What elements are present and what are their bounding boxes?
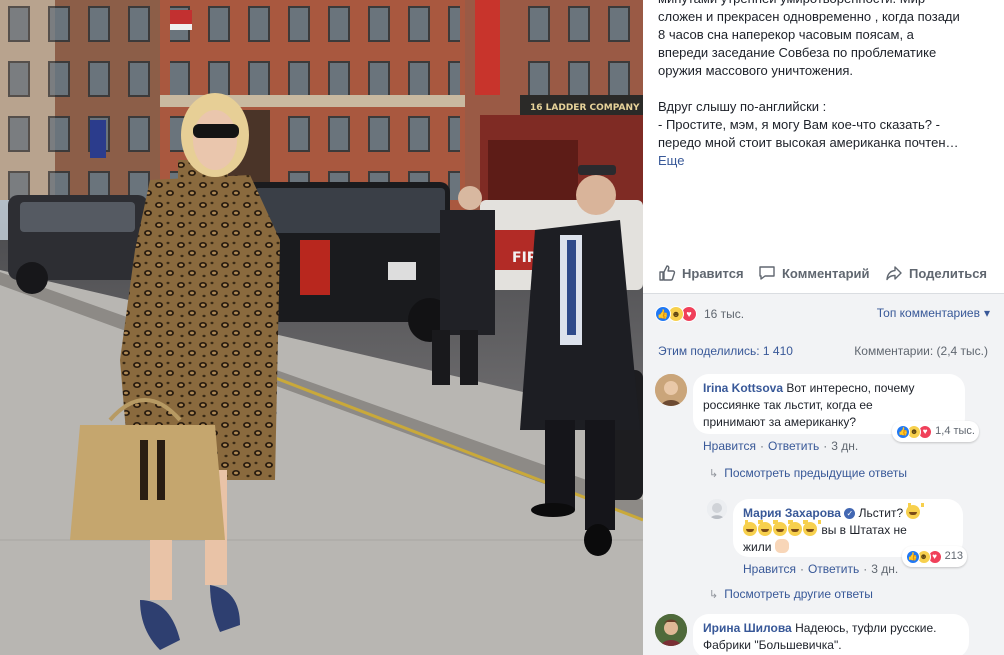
like-reaction-icon: 👍	[905, 549, 920, 564]
see-more-link[interactable]: Еще	[658, 152, 993, 170]
comment-label: Комментарий	[782, 265, 870, 281]
comment-text: россиянке так льстит, когда ее	[703, 398, 873, 412]
post-text-line: 8 часов сна наперекор часовым поясам, а	[658, 27, 914, 42]
share-button[interactable]: Поделиться	[885, 264, 987, 282]
like-button[interactable]: Нравится	[658, 264, 744, 282]
comment-sort-dropdown[interactable]: Топ комментариев ▾	[877, 306, 990, 320]
post-photo[interactable]: 16 LADDER COMPANY FIRE	[0, 0, 643, 655]
view-previous-replies-label: Посмотреть предыдущие ответы	[724, 466, 908, 480]
post-text-line: Вдруг слышу по-английски :	[658, 99, 827, 114]
comment-time[interactable]: 3 дн.	[831, 439, 858, 453]
reactions-count: 16 тыс.	[704, 307, 745, 321]
post-text-line: передо мной стоит высокая американка поч…	[658, 135, 959, 150]
like-label: Нравится	[682, 265, 744, 281]
comment-reactions[interactable]: 👍 ☻ ♥ 213	[901, 546, 967, 567]
post-text-line: минутами утренней умиротворенности. Мир	[658, 0, 993, 8]
comments-count-link[interactable]: Комментарии: (2,4 тыс.)	[854, 344, 988, 358]
crying-laughing-cat-icon	[758, 520, 776, 536]
thumbs-up-icon	[659, 265, 676, 281]
reply-item: Мария Захарова ✓ Льстит? вы в Штатах не …	[707, 499, 967, 567]
comment-reply-link[interactable]: Ответить	[768, 439, 819, 453]
comment-text: Льстит?	[858, 506, 904, 520]
comment-reaction-count: 213	[944, 550, 963, 562]
comment-text: Вот интересно, почему	[786, 381, 915, 395]
reactions-summary[interactable]: 👍 ☻ ♥ 16 тыс.	[655, 306, 744, 322]
post-text: минутами утренней умиротворенности. Мир …	[658, 0, 993, 170]
avatar[interactable]	[655, 614, 687, 646]
comment-meta: Нравится · Ответить · 3 дн.	[743, 562, 899, 576]
comment-author[interactable]: Irina Kottsova	[703, 381, 783, 395]
crying-laughing-cat-icon	[743, 520, 761, 536]
comment-reply-link[interactable]: Ответить	[808, 562, 859, 576]
comment-like-link[interactable]: Нравится	[743, 562, 796, 576]
post-text-line: впереди заседание Совбеза по проблематик…	[658, 45, 937, 60]
comment-meta: Нравится · Ответить · 3 дн.	[703, 439, 859, 453]
crying-laughing-cat-icon	[773, 520, 791, 536]
like-reaction-icon: 👍	[896, 424, 911, 439]
street-scene-image: 16 LADDER COMPANY FIRE	[0, 0, 643, 655]
view-previous-replies[interactable]: ↳ Посмотреть предыдущие ответы	[709, 466, 907, 480]
caret-down-icon: ▾	[983, 306, 990, 320]
crying-laughing-cat-icon	[906, 503, 925, 519]
shares-count-link[interactable]: Этим поделились: 1 410	[658, 344, 793, 358]
post-side-panel: минутами утренней умиротворенности. Мир …	[643, 0, 1004, 655]
comment-like-link[interactable]: Нравится	[703, 439, 756, 453]
avatar-image	[655, 374, 687, 406]
comment-author[interactable]: Мария Захарова	[743, 506, 841, 520]
comment-text: принимают за американку?	[703, 415, 857, 429]
reply-arrow-icon: ↳	[709, 588, 719, 601]
reaction-icons: 👍 ☻ ♥	[655, 306, 697, 322]
share-label: Поделиться	[909, 265, 988, 281]
crying-laughing-cat-icon	[788, 520, 806, 536]
comment-bubble: Мария Захарова ✓ Льстит? вы в Штатах не …	[733, 499, 967, 567]
comment-sort-label: Топ комментариев	[876, 306, 980, 320]
verified-badge-icon: ✓	[844, 508, 856, 520]
share-arrow-icon	[886, 266, 902, 281]
comment-text: Фабрики "Большевичка".	[703, 638, 842, 652]
reply-arrow-icon: ↳	[709, 467, 719, 480]
comment-text: Надеюсь, туфли русские.	[795, 621, 937, 635]
avatar-image	[707, 499, 727, 519]
comment-bubble: Ирина Шилова Надеюсь, туфли русские. Фаб…	[693, 614, 969, 655]
post-text-line: сложен и прекрасен одновременно , когда …	[658, 9, 960, 24]
comment-item: Irina Kottsova Вот интересно, почему рос…	[655, 374, 979, 442]
like-reaction-icon: 👍	[655, 306, 671, 322]
comment-text: вы в Штатах не	[821, 523, 907, 537]
comment-text: жили	[743, 540, 772, 554]
avatar-image	[655, 614, 687, 646]
post-actions-bar: Нравится Комментарий Поделиться	[643, 256, 1004, 290]
comment-time[interactable]: 3 дн.	[871, 562, 898, 576]
clapping-hands-icon	[774, 539, 789, 553]
avatar[interactable]	[655, 374, 687, 406]
comment-button[interactable]: Комментарий	[758, 264, 870, 282]
avatar[interactable]	[707, 499, 727, 519]
post-text-line: - Простите, мэм, я могу Вам кое-что сказ…	[658, 117, 940, 132]
view-other-replies-label: Посмотреть другие ответы	[724, 587, 873, 601]
post-text-line: оружия массового уничтожения.	[658, 63, 854, 78]
comment-item: Ирина Шилова Надеюсь, туфли русские. Фаб…	[655, 614, 969, 655]
comment-bubble-icon	[759, 266, 775, 280]
view-other-replies[interactable]: ↳ Посмотреть другие ответы	[709, 587, 873, 601]
comment-reactions[interactable]: 👍 ☻ ♥ 1,4 тыс.	[892, 421, 979, 442]
crying-laughing-cat-icon	[803, 520, 821, 536]
comment-bubble: Irina Kottsova Вот интересно, почему рос…	[693, 374, 979, 442]
comment-reaction-count: 1,4 тыс.	[935, 425, 975, 437]
ladder-company-sign: 16 LADDER COMPANY	[530, 103, 640, 113]
comment-author[interactable]: Ирина Шилова	[703, 621, 792, 635]
comments-section: 👍 ☻ ♥ 16 тыс. Топ комментариев ▾ Этим по…	[643, 293, 1004, 655]
